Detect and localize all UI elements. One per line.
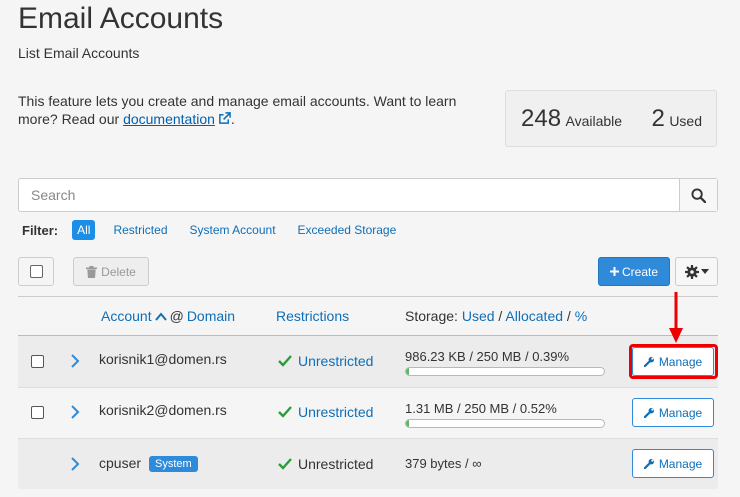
account-stats: 248 Available 2 Used xyxy=(505,90,717,147)
row-checkbox[interactable] xyxy=(31,406,44,419)
storage-used-sort[interactable]: Used xyxy=(462,308,495,324)
filter-all[interactable]: All xyxy=(72,220,96,240)
chevron-right-icon[interactable] xyxy=(70,354,80,368)
filter-system-account[interactable]: System Account xyxy=(190,223,276,237)
sort-ascending-icon xyxy=(154,311,167,321)
storage-progress-fill xyxy=(406,368,409,375)
create-button[interactable]: Create xyxy=(598,257,670,286)
wrench-icon xyxy=(643,458,654,469)
check-icon xyxy=(278,458,292,470)
storage-usage: 379 bytes / ∞ xyxy=(405,456,482,471)
manage-label: Manage xyxy=(658,405,703,420)
search-icon xyxy=(691,187,706,203)
used-label: Used xyxy=(669,112,702,129)
restriction-status: Unrestricted xyxy=(278,353,373,369)
storage-percent-sort[interactable]: % xyxy=(575,308,587,324)
chevron-right-icon[interactable] xyxy=(70,405,80,419)
filter-restricted[interactable]: Restricted xyxy=(113,223,167,237)
restriction-text: Unrestricted xyxy=(298,456,374,472)
storage-progress-bar xyxy=(405,367,605,376)
caret-down-icon xyxy=(700,269,709,274)
delete-button[interactable]: Delete xyxy=(73,257,149,286)
search-input[interactable] xyxy=(19,179,679,211)
check-icon xyxy=(278,355,292,367)
filter-label: Filter: xyxy=(22,222,59,238)
external-link-icon[interactable] xyxy=(218,112,231,125)
column-header-account[interactable]: Account @ Domain xyxy=(101,308,235,324)
chevron-right-icon[interactable] xyxy=(70,457,80,471)
available-count: 248 xyxy=(521,104,562,132)
row-checkbox[interactable] xyxy=(31,355,44,368)
used-stat: 2 Used xyxy=(652,105,703,133)
at-separator: @ xyxy=(169,308,184,324)
column-header-restrictions[interactable]: Restrictions xyxy=(276,308,349,324)
trash-icon xyxy=(86,265,98,278)
highlight-box xyxy=(629,344,718,379)
account-name-text: cpuser xyxy=(99,455,142,471)
storage-progress-fill xyxy=(406,420,409,427)
account-sort-link[interactable]: Account xyxy=(101,308,152,324)
restriction-link[interactable]: Unrestricted xyxy=(298,353,373,369)
used-count: 2 xyxy=(651,104,665,132)
wrench-icon xyxy=(643,407,654,418)
manage-button[interactable]: Manage xyxy=(632,398,714,427)
available-label: Available xyxy=(565,112,623,129)
delete-label: Delete xyxy=(101,264,136,279)
storage-label: Storage: xyxy=(405,308,458,324)
available-stat: 248 Available xyxy=(521,105,622,133)
domain-sort-link[interactable]: Domain xyxy=(187,308,235,324)
page-subtitle: List Email Accounts xyxy=(18,45,140,61)
intro-text-before: This feature lets you create and manage … xyxy=(18,93,457,127)
table-top-border xyxy=(18,296,718,297)
select-all-button[interactable] xyxy=(18,257,54,286)
page-title: Email Accounts xyxy=(18,2,224,35)
account-name: korisnik1@domen.rs xyxy=(99,351,227,367)
select-all-checkbox[interactable] xyxy=(29,265,43,278)
storage-usage: 1.31 MB / 250 MB / 0.52% xyxy=(405,401,557,416)
column-header-storage: Storage: Used / Allocated / % xyxy=(405,308,587,324)
arrow-down-annotation xyxy=(669,292,683,343)
storage-slash: / xyxy=(566,308,571,324)
manage-button[interactable]: Manage xyxy=(632,449,714,478)
storage-allocated-sort[interactable]: Allocated xyxy=(505,308,563,324)
plus-icon xyxy=(609,267,619,276)
settings-dropdown-button[interactable] xyxy=(675,257,718,286)
filter-bar: Filter: All Restricted System Account Ex… xyxy=(22,219,418,241)
restriction-status: Unrestricted xyxy=(278,456,373,472)
restriction-status: Unrestricted xyxy=(278,404,373,420)
documentation-link[interactable]: documentation xyxy=(123,111,215,127)
create-label: Create xyxy=(621,264,659,279)
gear-icon xyxy=(684,264,699,279)
account-name: cpuser System xyxy=(99,455,198,472)
search-bar xyxy=(18,178,718,212)
account-name: korisnik2@domen.rs xyxy=(99,402,227,418)
system-badge: System xyxy=(149,456,198,472)
restriction-link[interactable]: Unrestricted xyxy=(298,404,373,420)
filter-exceeded-storage[interactable]: Exceeded Storage xyxy=(298,223,397,237)
storage-slash: / xyxy=(498,308,503,324)
storage-progress-bar xyxy=(405,419,605,428)
intro-text-after: . xyxy=(230,111,235,127)
intro-text: This feature lets you create and manage … xyxy=(18,92,468,128)
search-button[interactable] xyxy=(679,179,717,211)
storage-usage: 986.23 KB / 250 MB / 0.39% xyxy=(405,349,570,364)
manage-label: Manage xyxy=(658,456,703,471)
check-icon xyxy=(278,406,292,418)
